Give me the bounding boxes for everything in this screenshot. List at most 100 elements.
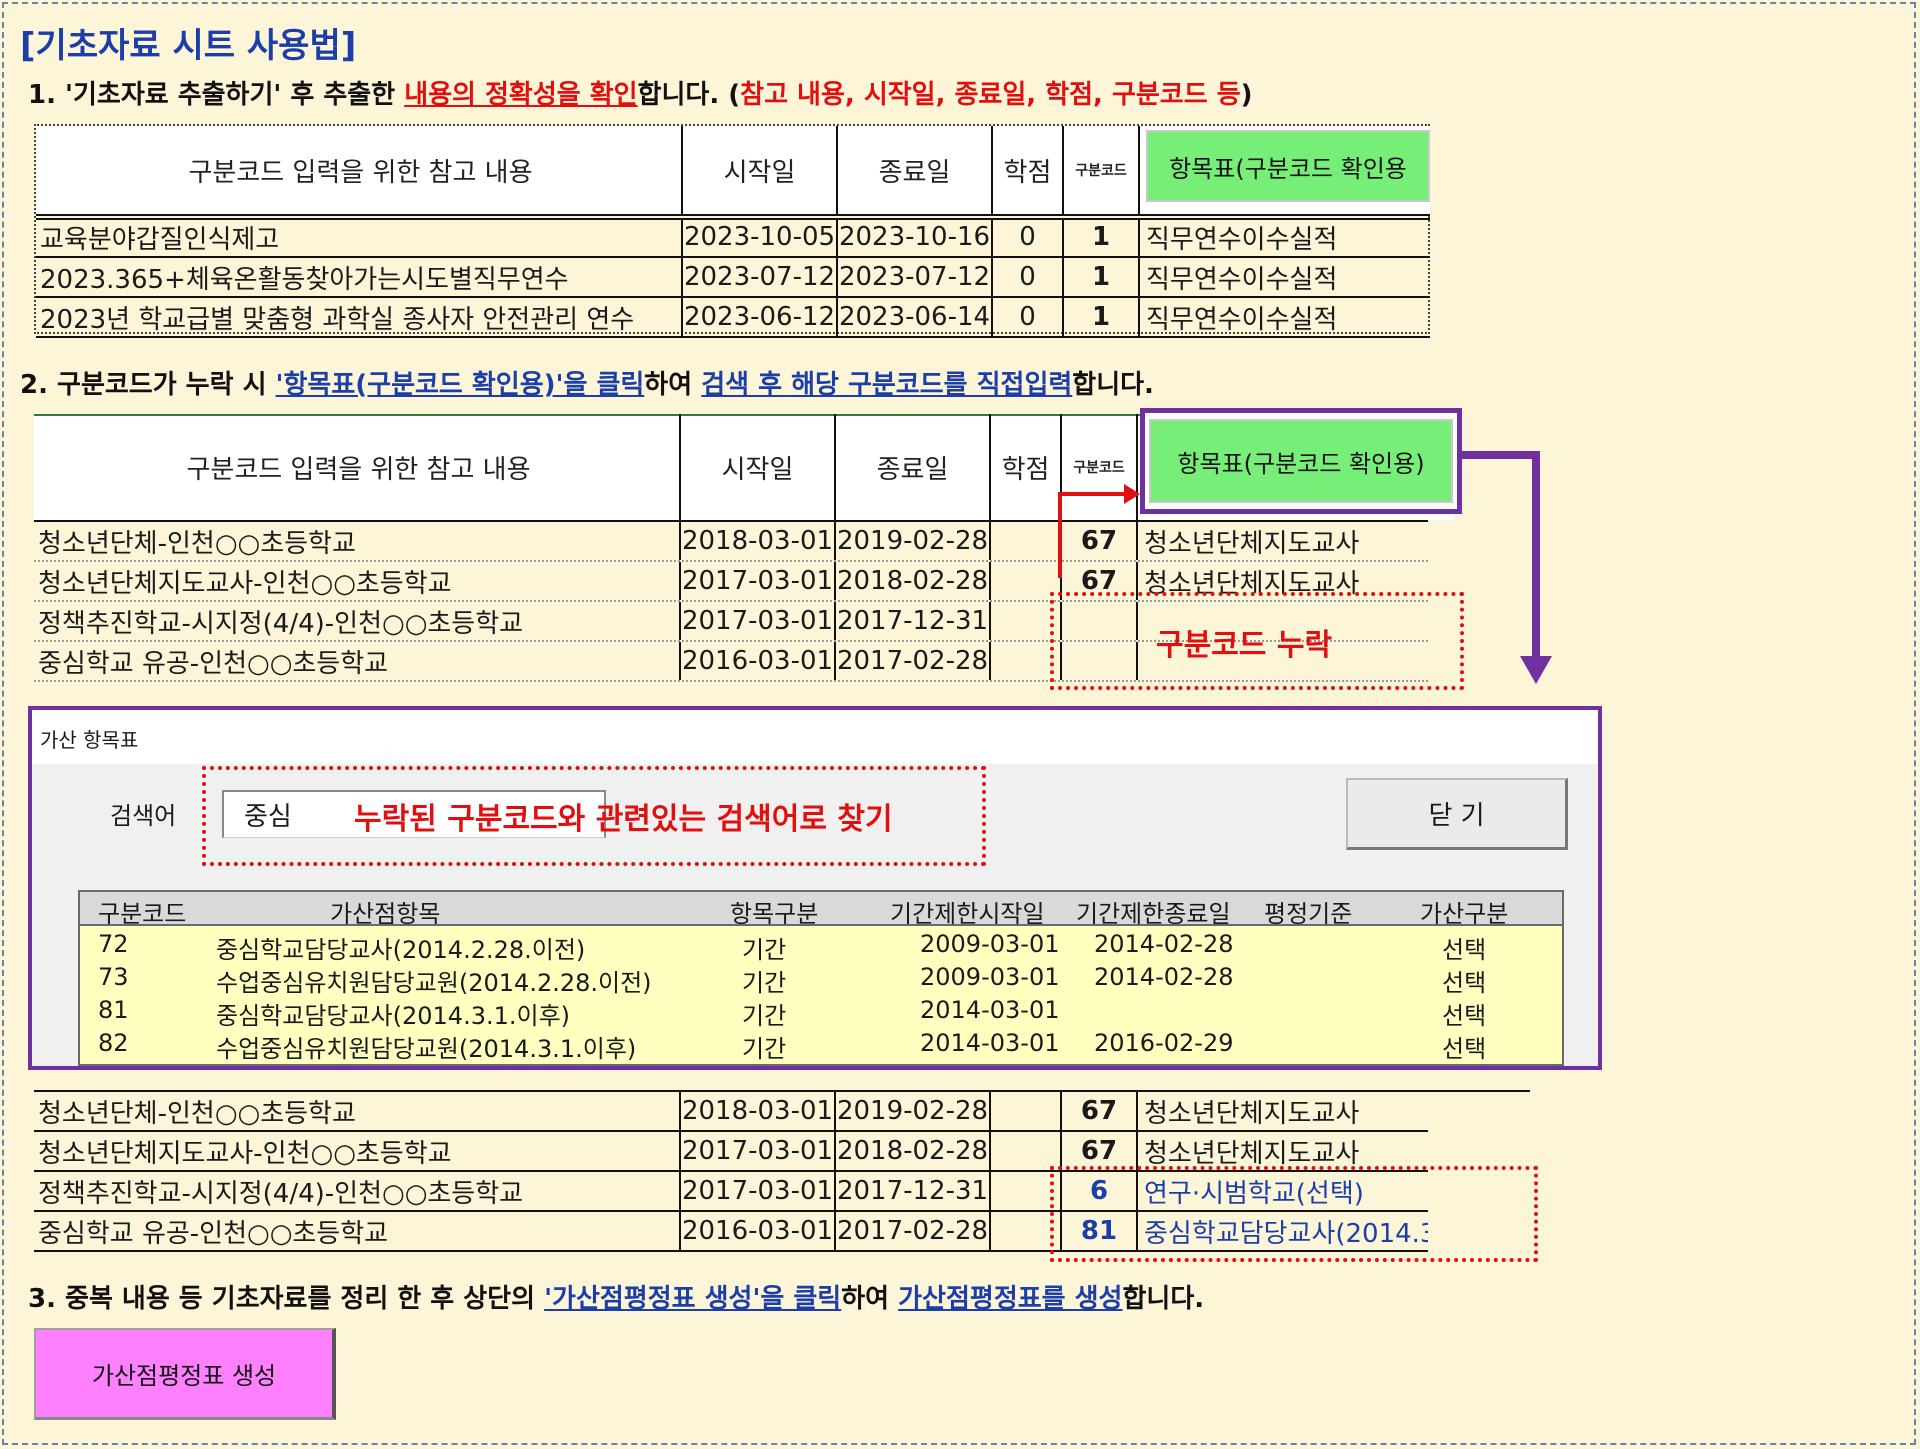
cell-end[interactable]: 2017-02-28 (836, 1212, 991, 1250)
cell-code[interactable]: 67 (1062, 1092, 1138, 1130)
filled-code-box (1050, 1166, 1538, 1262)
grid-cell[interactable]: 2014-02-28 (1094, 963, 1233, 991)
cell-start[interactable]: 2023-06-12 (683, 298, 838, 336)
cell-end[interactable]: 2018-02-28 (836, 1132, 991, 1170)
red-arrowhead-icon (1124, 484, 1140, 504)
table1: 구분코드 입력을 위한 참고 내용 시작일 종료일 학점 구분코드 항목표(구분… (34, 124, 1430, 338)
cell-ref[interactable]: 2023.365+체육온활동찾아가는시도별직무연수 (36, 258, 683, 296)
cell-item[interactable]: 직무연수이수실적 (1140, 258, 1430, 296)
cell-item[interactable]: 직무연수이수실적 (1140, 298, 1430, 336)
cell-start[interactable]: 2017-03-01 (681, 602, 836, 640)
grid-cell[interactable]: 선택 (1442, 930, 1486, 965)
cell-end[interactable]: 2017-12-31 (836, 1172, 991, 1210)
cell-code[interactable]: 1 (1064, 218, 1140, 256)
cell-start[interactable]: 2016-03-01 (681, 642, 836, 680)
grid-cell[interactable]: 기간 (742, 996, 786, 1031)
grid-cell[interactable]: 2014-03-01 (920, 996, 1059, 1024)
grid-cell[interactable]: 72 (98, 930, 129, 958)
table-row: 2023년 학교급별 맞춤형 과학실 종사자 안전관리 연수 2023-06-12… (36, 298, 1430, 338)
grid-cell[interactable]: 2009-03-01 (920, 930, 1059, 958)
grid-cell[interactable]: 선택 (1442, 1029, 1486, 1064)
grid-cell[interactable]: 수업중심유치원담당교원(2014.2.28.이전) (216, 963, 652, 998)
item-table-button-2[interactable]: 항목표(구분코드 확인용) (1149, 419, 1453, 503)
grid-cell[interactable]: 기간 (742, 963, 786, 998)
cell-end[interactable]: 2017-02-28 (836, 642, 991, 680)
cell-end[interactable]: 2023-10-16 (838, 218, 993, 256)
table1-header: 구분코드 입력을 위한 참고 내용 시작일 종료일 학점 구분코드 항목표(구분… (36, 126, 1430, 216)
cell-credit[interactable]: 0 (993, 298, 1064, 336)
cell-credit[interactable] (991, 522, 1062, 560)
cell-code[interactable]: 67 (1062, 1132, 1138, 1170)
grid-cell[interactable]: 기간 (742, 1029, 786, 1064)
table-row: 청소년단체-인천○○초등학교 2018-03-01 2019-02-28 67 청소년단… (34, 522, 1428, 562)
cell-end[interactable]: 2017-12-31 (836, 602, 991, 640)
cell-item[interactable]: 직무연수이수실적 (1140, 218, 1430, 256)
cell-item[interactable]: 청소년단체지도교사 (1138, 1132, 1428, 1170)
cell-ref[interactable]: 청소년단체지도교사-인천○○초등학교 (34, 1132, 681, 1170)
grid-cell[interactable]: 기간 (742, 930, 786, 965)
header-ref: 구분코드 입력을 위한 참고 내용 (36, 126, 683, 214)
purple-arrow (1462, 451, 1540, 459)
col-item: 가산점항목 (330, 900, 441, 928)
grid-cell[interactable]: 선택 (1442, 996, 1486, 1031)
cell-ref[interactable]: 청소년단체-인천○○초등학교 (34, 1092, 681, 1130)
item-table-button[interactable]: 항목표(구분코드 확인용 (1146, 130, 1430, 202)
grid-cell[interactable]: 81 (98, 996, 129, 1024)
purple-arrowhead-icon (1520, 656, 1552, 684)
cell-end[interactable]: 2019-02-28 (836, 522, 991, 560)
grid-cell[interactable]: 중심학교담당교사(2014.2.28.이전) (216, 930, 585, 965)
cell-start[interactable]: 2018-03-01 (681, 522, 836, 560)
cell-credit[interactable]: 0 (993, 258, 1064, 296)
cell-ref[interactable]: 중심학교 유공-인천○○초등학교 (34, 642, 681, 680)
cell-start[interactable]: 2017-03-01 (681, 562, 836, 600)
cell-ref[interactable]: 청소년단체지도교사-인천○○초등학교 (34, 562, 681, 600)
cell-ref[interactable]: 2023년 학교급별 맞춤형 과학실 종사자 안전관리 연수 (36, 298, 683, 336)
cell-ref[interactable]: 정책추진학교-시지정(4/4)-인천○○초등학교 (34, 1172, 681, 1210)
header-credit: 학점 (993, 126, 1064, 214)
grid-cell[interactable]: 수업중심유치원담당교원(2014.3.1.이후) (216, 1029, 636, 1064)
header-code: 구분코드 (1062, 414, 1138, 520)
step1-instruction: 1. '기초자료 추출하기' 후 추출한 내용의 정확성을 확인합니다. (참고… (28, 80, 1253, 110)
table-row: 교육분야갑질인식제고 2023-10-05 2023-10-16 0 1 직무연수이수실적 (36, 218, 1430, 258)
cell-start[interactable]: 2017-03-01 (681, 1172, 836, 1210)
cell-start[interactable]: 2023-10-05 (683, 218, 838, 256)
cell-start[interactable]: 2016-03-01 (681, 1212, 836, 1250)
cell-code[interactable]: 67 (1062, 522, 1138, 560)
cell-end[interactable]: 2023-06-14 (838, 298, 993, 336)
cell-credit[interactable] (991, 1092, 1062, 1130)
cell-ref[interactable]: 정책추진학교-시지정(4/4)-인천○○초등학교 (34, 602, 681, 640)
cell-start[interactable]: 2018-03-01 (681, 1092, 836, 1130)
col-class: 가산구분 (1420, 900, 1509, 928)
grid-cell[interactable]: 2016-02-29 (1094, 1029, 1233, 1057)
grid-cell[interactable]: 중심학교담당교사(2014.3.1.이후) (216, 996, 570, 1031)
cell-end[interactable]: 2023-07-12 (838, 258, 993, 296)
cell-item[interactable]: 청소년단체지도교사 (1138, 1092, 1428, 1130)
col-end: 기간제한종료일 (1076, 900, 1231, 928)
header-end: 종료일 (838, 126, 993, 214)
cell-start[interactable]: 2017-03-01 (681, 1132, 836, 1170)
header-credit: 학점 (991, 414, 1062, 520)
grid-cell[interactable]: 2009-03-01 (920, 963, 1059, 991)
grid-cell[interactable]: 2014-02-28 (1094, 930, 1233, 958)
cell-item[interactable]: 청소년단체지도교사 (1138, 522, 1428, 560)
col-criteria: 평정기준 (1264, 900, 1353, 928)
cell-end[interactable]: 2018-02-28 (836, 562, 991, 600)
cell-ref[interactable]: 청소년단체-인천○○초등학교 (34, 522, 681, 560)
close-button[interactable]: 닫 기 (1346, 778, 1568, 850)
cell-code[interactable]: 1 (1064, 298, 1140, 336)
cell-start[interactable]: 2023-07-12 (683, 258, 838, 296)
grid-cell[interactable]: 2014-03-01 (920, 1029, 1059, 1057)
header-start: 시작일 (681, 414, 836, 520)
grid-cell[interactable]: 82 (98, 1029, 129, 1057)
header-start: 시작일 (683, 126, 838, 214)
grid-cell[interactable]: 73 (98, 963, 129, 991)
cell-ref[interactable]: 교육분야갑질인식제고 (36, 218, 683, 256)
cell-credit[interactable]: 0 (993, 218, 1064, 256)
cell-end[interactable]: 2019-02-28 (836, 1092, 991, 1130)
red-arrow (1058, 492, 1062, 578)
cell-ref[interactable]: 중심학교 유공-인천○○초등학교 (34, 1212, 681, 1250)
cell-credit[interactable] (991, 1132, 1062, 1170)
generate-button[interactable]: 가산점평정표 생성 (34, 1328, 336, 1420)
cell-code[interactable]: 1 (1064, 258, 1140, 296)
grid-cell[interactable]: 선택 (1442, 963, 1486, 998)
